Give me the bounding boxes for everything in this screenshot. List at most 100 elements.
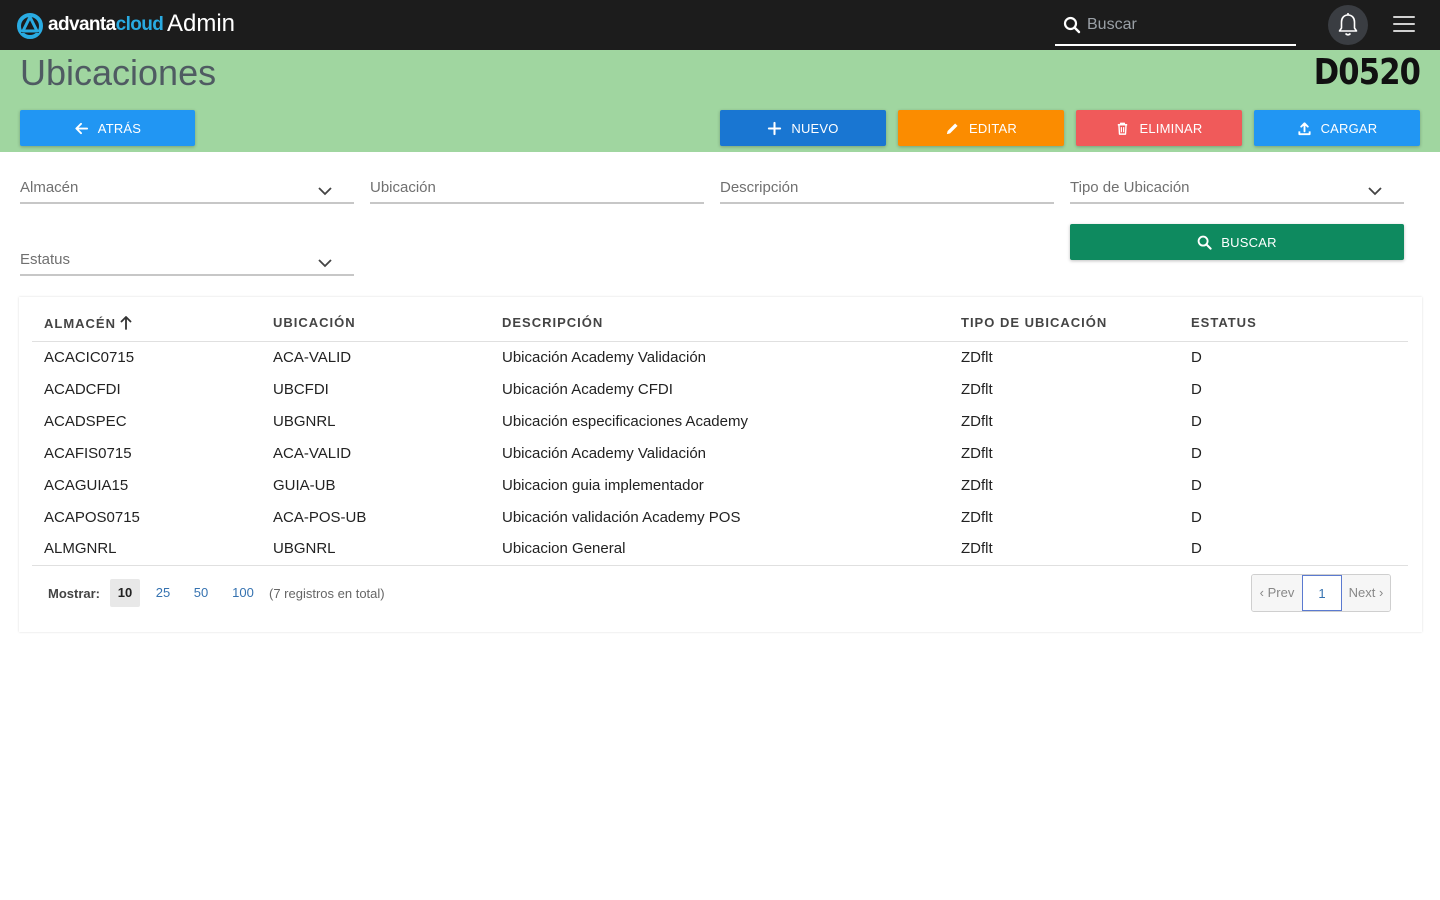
table-row[interactable]: ALMGNRL UBGNRL Ubicacion General ZDflt D (32, 533, 1408, 566)
page-size-50[interactable]: 50 (188, 579, 214, 607)
cell-warehouse: ACADCFDI (44, 380, 121, 398)
cell-status: D (1191, 444, 1202, 462)
cell-status: D (1191, 348, 1202, 366)
logo-text: advantacloud (48, 14, 164, 35)
table-row[interactable]: ACAPOS0715 ACA-POS-UB Ubicación validaci… (32, 501, 1408, 533)
chevron-down-icon (1368, 187, 1382, 196)
chevron-down-icon (318, 187, 332, 196)
locations-table: ALMACÉN UBICACIÓN DESCRIPCIÓN TIPO DE UB… (32, 305, 1408, 566)
description-field[interactable]: Descripción (720, 178, 1054, 204)
arrow-left-icon (75, 122, 88, 134)
description-label: Descripción (720, 179, 799, 196)
total-records: (7 registros en total) (269, 586, 385, 601)
cell-location: UBGNRL (273, 412, 336, 430)
cell-description: Ubicación Academy Validación (502, 444, 707, 462)
next-page-button[interactable]: Next › (1342, 575, 1390, 611)
notifications-button[interactable] (1328, 5, 1368, 45)
status-label: Estatus (20, 251, 71, 268)
cell-location-type: ZDflt (961, 508, 993, 526)
table-row[interactable]: ACAFIS0715 ACA-VALID Ubicación Academy V… (32, 437, 1408, 469)
table-row[interactable]: ACAGUIA15 GUIA-UB Ubicacion guia impleme… (32, 469, 1408, 501)
cell-location-type: ZDflt (961, 444, 993, 462)
cell-warehouse: ALMGNRL (32, 533, 261, 566)
location-label: Ubicación (370, 179, 436, 196)
page-title: Ubicaciones (20, 52, 217, 93)
cell-description: Ubicacion General (490, 533, 949, 566)
cell-description: Ubicacion guia implementador (502, 476, 704, 494)
cell-status: D (1191, 508, 1202, 526)
warehouse-label: Almacén (20, 179, 79, 196)
cell-description: Ubicación Academy Validación (502, 348, 707, 366)
hamburger-menu-icon[interactable] (1393, 16, 1415, 36)
column-header-warehouse[interactable]: ALMACÉN (32, 305, 261, 342)
cell-description: Ubicación Academy CFDI (502, 380, 673, 398)
cell-warehouse: ACAFIS0715 (44, 444, 132, 462)
pencil-icon (946, 122, 958, 134)
cell-warehouse: ACACIC0715 (44, 348, 135, 366)
upload-icon (1297, 121, 1311, 135)
page-code: D0520 (1313, 52, 1421, 93)
new-button[interactable]: NUEVO (720, 110, 886, 146)
column-header-location-type[interactable]: TIPO DE UBICACIÓN (949, 305, 1179, 342)
search-input[interactable] (1087, 13, 1287, 37)
column-header-description[interactable]: DESCRIPCIÓN (490, 305, 949, 342)
cell-warehouse: ACADSPEC (44, 412, 127, 430)
cell-status: D (1191, 476, 1202, 494)
cell-status: D (1191, 380, 1202, 398)
status-select[interactable]: Estatus (20, 250, 354, 276)
location-type-label: Tipo de Ubicación (1070, 179, 1190, 196)
cell-warehouse: ACAGUIA15 (44, 476, 129, 494)
column-header-location[interactable]: UBICACIÓN (261, 305, 490, 342)
cell-warehouse: ACAPOS0715 (44, 508, 140, 526)
cell-location: ACA-POS-UB (273, 508, 367, 526)
warehouse-select[interactable]: Almacén (20, 178, 354, 204)
back-button[interactable]: ATRÁS (20, 110, 195, 146)
page-size-25[interactable]: 25 (150, 579, 176, 607)
column-header-status[interactable]: ESTATUS (1179, 305, 1408, 342)
edit-button[interactable]: EDITAR (898, 110, 1064, 146)
sort-ascending-icon (120, 315, 132, 330)
page-size-label: Mostrar: (48, 586, 101, 601)
top-navbar: advantacloud Admin (0, 0, 1440, 50)
app-title: Admin (167, 10, 236, 37)
table-row[interactable]: ACACIC0715 ACA-VALID Ubicación Academy V… (32, 341, 1408, 373)
logo-icon (17, 13, 43, 39)
cell-description: Ubicación especificaciones Academy (502, 412, 748, 430)
global-search[interactable] (1055, 8, 1296, 46)
search-button[interactable]: BUSCAR (1070, 224, 1404, 260)
search-icon (1197, 235, 1212, 250)
cell-status: D (1179, 533, 1408, 566)
cell-location-type: ZDflt (961, 348, 993, 366)
cell-location-type: ZDflt (961, 380, 993, 398)
cell-location: ACA-VALID (273, 348, 352, 366)
plus-icon (768, 121, 782, 135)
chevron-down-icon (318, 259, 332, 268)
cell-location-type: ZDflt (961, 476, 993, 494)
table-row[interactable]: ACADSPEC UBGNRL Ubicación especificacion… (32, 405, 1408, 437)
upload-button[interactable]: CARGAR (1254, 110, 1420, 146)
results-card: ALMACÉN UBICACIÓN DESCRIPCIÓN TIPO DE UB… (19, 297, 1422, 632)
cell-location: UBCFDI (273, 380, 329, 398)
cell-location: UBGNRL (261, 533, 490, 566)
table-footer: Mostrar: 10 25 50 100 (7 registros en to… (19, 574, 1422, 614)
page-1-button[interactable]: 1 (1302, 575, 1342, 611)
search-icon (1063, 16, 1081, 34)
cell-location: GUIA-UB (273, 476, 336, 494)
cell-location: ACA-VALID (273, 444, 352, 462)
location-type-select[interactable]: Tipo de Ubicación (1070, 178, 1404, 204)
trash-icon (1118, 122, 1128, 135)
advantacloud-logo[interactable]: advantacloud (16, 11, 164, 39)
pagination: ‹ Prev 1 Next › (1251, 574, 1391, 612)
cell-location-type: ZDflt (961, 412, 993, 430)
table-header-row: ALMACÉN UBICACIÓN DESCRIPCIÓN TIPO DE UB… (32, 305, 1408, 342)
cell-description: Ubicación validación Academy POS (502, 508, 741, 526)
cell-location-type: ZDflt (949, 533, 1179, 566)
location-field[interactable]: Ubicación (370, 178, 704, 204)
page-size-100[interactable]: 100 (226, 579, 260, 607)
table-row[interactable]: ACADCFDI UBCFDI Ubicación Academy CFDI Z… (32, 373, 1408, 405)
cell-status: D (1191, 412, 1202, 430)
page-size-10[interactable]: 10 (110, 579, 140, 607)
delete-button[interactable]: ELIMINAR (1076, 110, 1242, 146)
prev-page-button[interactable]: ‹ Prev (1252, 575, 1302, 611)
bell-icon (1338, 13, 1358, 36)
